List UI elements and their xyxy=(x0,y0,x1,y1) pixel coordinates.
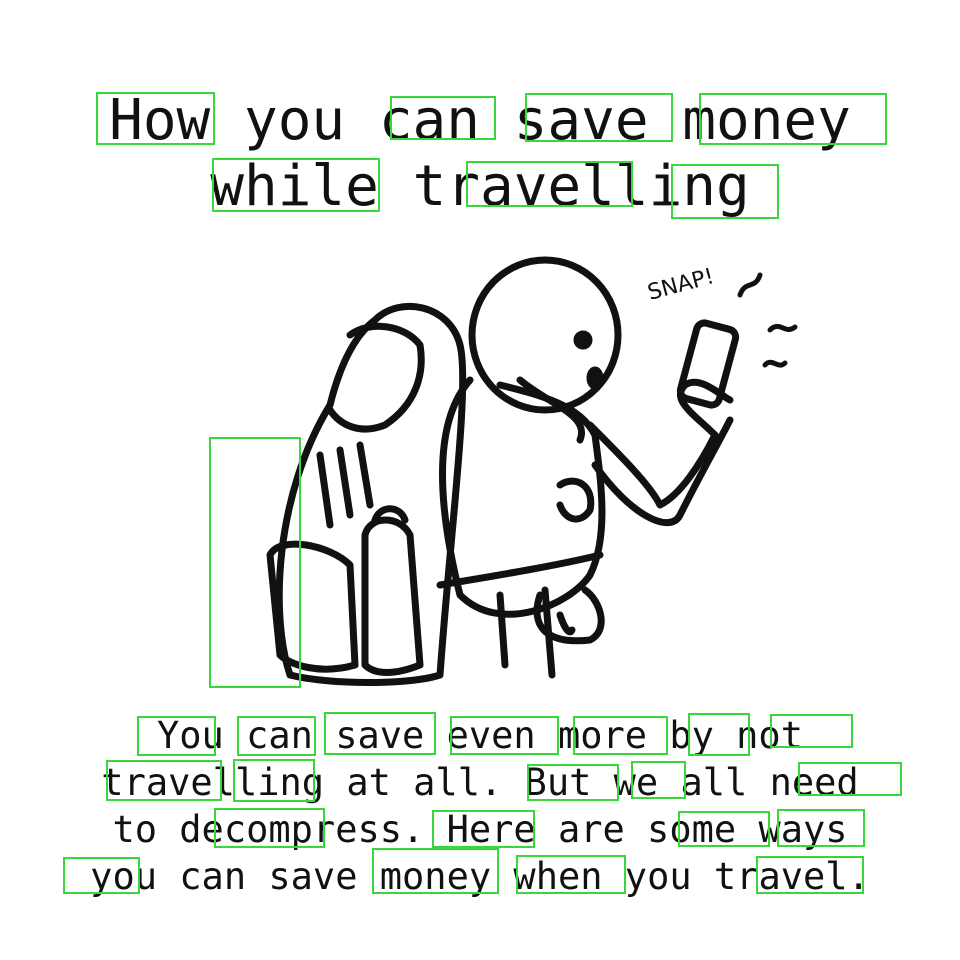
backpacker-drawing: SNAP! xyxy=(266,256,798,686)
person-mouth xyxy=(586,366,604,390)
bottle-pocket xyxy=(361,516,424,676)
person-arm xyxy=(586,421,719,509)
person-eye xyxy=(573,330,593,350)
backpacker-illustration: SNAP! xyxy=(200,235,820,700)
snap-sound-text: SNAP! xyxy=(645,264,717,306)
page-title: How you can save money while travelling xyxy=(0,88,960,220)
body-line-2: travelling at all. But we all need xyxy=(101,761,859,804)
intro-paragraph: You can save even more by not travelling… xyxy=(0,712,960,900)
body-line-1: You can save even more by not xyxy=(156,714,803,757)
title-line-2: while travelling xyxy=(210,154,750,219)
phone xyxy=(676,319,740,409)
body-line-3: to decompress. Here are some ways xyxy=(112,808,848,851)
title-line-1: How you can save money xyxy=(109,88,851,153)
body-line-4: you can save money when you travel. xyxy=(90,855,870,898)
